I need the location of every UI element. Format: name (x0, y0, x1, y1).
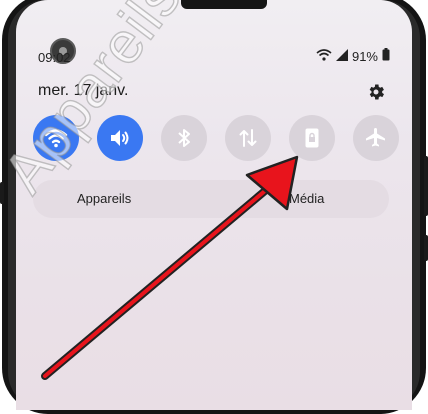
arrow-annotation (41, 155, 299, 380)
phone-frame: 09:02 91% mer. 17 janv. Appareils Média (0, 0, 428, 414)
